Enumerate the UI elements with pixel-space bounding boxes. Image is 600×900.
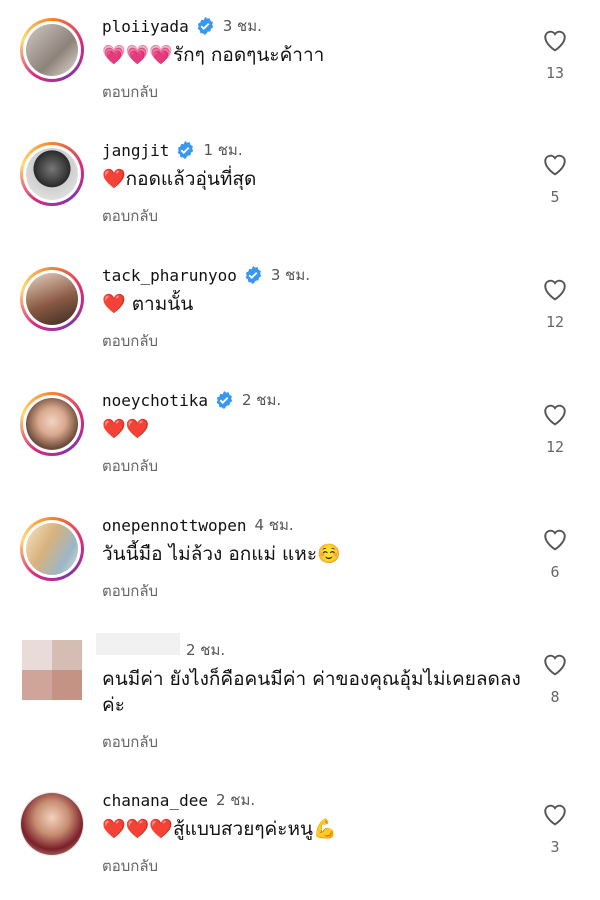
reply-button[interactable]: ตอบกลับ: [102, 730, 158, 754]
comment-time: 1 ชม.: [203, 141, 243, 159]
heart-outline-icon: [544, 529, 566, 551]
reply-button[interactable]: ตอบกลับ: [102, 80, 158, 104]
avatar[interactable]: [20, 267, 84, 331]
comment-time: 2 ชม.: [241, 391, 282, 409]
like-count: 3: [550, 838, 560, 856]
verified-badge-icon: [178, 140, 194, 160]
comment-time: 2 ชม.: [215, 791, 256, 809]
comment-username[interactable]: chanana_dee: [102, 791, 208, 810]
reply-button[interactable]: ตอบกลับ: [102, 329, 158, 353]
avatar[interactable]: [20, 392, 84, 456]
comment-text: คนมีค่า ยังไงก็คือคนมีค่า ค่าของคุณอุ้มไ…: [102, 668, 521, 716]
like-count: 8: [550, 688, 560, 706]
verified-badge-icon: [216, 390, 233, 410]
like-count: 5: [550, 188, 560, 206]
heart-outline-icon: [544, 154, 566, 176]
reply-button[interactable]: ตอบกลับ: [102, 454, 158, 478]
comment-time: 3 ชม.: [270, 266, 311, 284]
reply-button[interactable]: ตอบกลับ: [102, 579, 158, 603]
like-button[interactable]: 3: [540, 802, 570, 856]
comment-username[interactable]: noeychotika: [102, 391, 208, 410]
heart-outline-icon: [544, 30, 566, 52]
avatar[interactable]: [20, 792, 84, 856]
like-button[interactable]: 12: [540, 402, 570, 456]
comment-username[interactable]: tack_pharunyoo: [102, 266, 237, 285]
like-count: 12: [545, 438, 565, 456]
like-count: 12: [545, 313, 565, 331]
comment-text: 💗💗💗รักๆ กอดๆนะค้าาา: [102, 44, 325, 66]
like-count: 6: [550, 563, 560, 581]
avatar[interactable]: [20, 142, 84, 206]
comment-time: 2 ชม.: [186, 641, 226, 659]
like-button[interactable]: 5: [540, 152, 570, 206]
comment-time: 3 ชม.: [222, 17, 262, 35]
heart-outline-icon: [544, 404, 566, 426]
like-count: 13: [545, 64, 565, 82]
reply-button[interactable]: ตอบกลับ: [102, 854, 158, 878]
comment-username[interactable]: jangjit: [102, 141, 169, 160]
avatar[interactable]: [22, 640, 82, 700]
comment-text: ❤️❤️: [102, 418, 150, 440]
like-button[interactable]: 8: [540, 652, 570, 706]
comment-text: วันนี้มือ ไม่ล้วง อกแม่ แหะ☺️: [102, 543, 341, 565]
like-button[interactable]: 13: [540, 28, 570, 82]
verified-badge-icon: [245, 265, 262, 285]
comment-text: ❤️❤️❤️สู้แบบสวยๆค่ะหนู💪: [102, 818, 337, 840]
comment-username[interactable]: ploiiyada: [102, 17, 189, 36]
avatar[interactable]: [20, 517, 84, 581]
comment-text: ❤️ ตามนั้น: [102, 293, 194, 315]
heart-outline-icon: [544, 654, 566, 676]
heart-outline-icon: [544, 279, 566, 301]
verified-badge-icon: [197, 16, 213, 36]
comment-text: ❤️กอดแล้วอุ่นที่สุด: [102, 168, 257, 190]
like-button[interactable]: 6: [540, 527, 570, 581]
comment-time: 4 ชม.: [254, 516, 294, 534]
heart-outline-icon: [544, 804, 566, 826]
comment-username-hidden: [96, 633, 180, 655]
avatar[interactable]: [20, 18, 84, 82]
like-button[interactable]: 12: [540, 277, 570, 331]
comment-username[interactable]: onepennottwopen: [102, 516, 247, 535]
reply-button[interactable]: ตอบกลับ: [102, 204, 158, 228]
